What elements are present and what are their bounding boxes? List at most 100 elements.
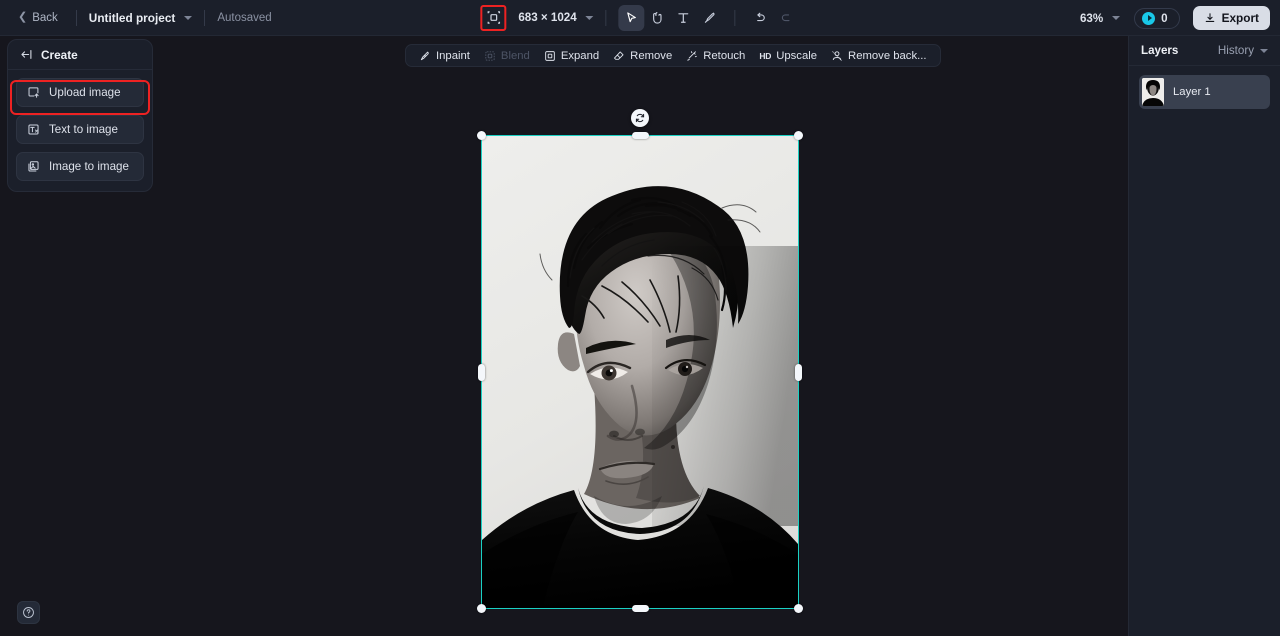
divider — [734, 9, 736, 26]
expand-button[interactable]: Expand — [537, 45, 606, 66]
layers-panel: Layers History Layer 1 — [1128, 36, 1280, 636]
credits-badge[interactable]: 0 — [1134, 7, 1180, 29]
autosaved-status: Autosaved — [217, 11, 272, 24]
divider — [75, 9, 77, 26]
canvas-image[interactable] — [481, 135, 799, 609]
hand-icon — [653, 11, 662, 24]
redo-arrow-icon — [782, 13, 790, 21]
divider — [204, 9, 206, 26]
undo-button[interactable] — [748, 5, 774, 31]
layer-thumbnail — [1142, 78, 1164, 106]
back-button[interactable]: ❮ Back — [12, 8, 64, 28]
rotate-handle[interactable] — [631, 109, 649, 127]
download-icon — [1205, 13, 1214, 22]
expand-label: Expand — [560, 49, 600, 62]
tab-history[interactable]: History — [1218, 44, 1268, 57]
upload-image-icon — [28, 87, 39, 98]
app-root: ❮ Back Untitled project Autosaved 683 × … — [0, 0, 1280, 636]
inpaint-button[interactable]: Inpaint — [412, 45, 477, 66]
collapse-panel-icon[interactable] — [20, 48, 33, 61]
create-panel-title: Create — [41, 47, 78, 62]
upload-image-button[interactable]: Upload image — [16, 78, 144, 107]
resize-handle-bottom-left[interactable] — [477, 604, 486, 613]
text-to-image-label: Text to image — [49, 123, 118, 136]
export-button[interactable]: Export — [1192, 6, 1270, 30]
text-to-image-icon — [28, 124, 39, 135]
chevron-down-icon — [184, 15, 193, 20]
layers-panel-header: Layers History — [1129, 36, 1280, 66]
credit-token-icon — [1142, 11, 1156, 25]
redo-button[interactable] — [774, 5, 800, 31]
text-to-image-button[interactable]: Text to image — [16, 115, 144, 144]
portrait-thumbnail-icon — [1142, 78, 1164, 106]
image-to-image-icon — [28, 161, 39, 172]
hand-tool[interactable] — [645, 5, 671, 31]
project-name: Untitled project — [88, 10, 176, 25]
resize-handle-top-right[interactable] — [794, 131, 803, 140]
retouch-label: Retouch — [703, 49, 746, 62]
top-bar-center-group: 683 × 1024 — [480, 0, 799, 36]
edit-actions-toolbar: Inpaint Blend Expand Remove Retouch HD U… — [405, 44, 941, 67]
zoom-level[interactable]: 63% — [1080, 12, 1103, 25]
hd-upscale-icon: HD — [759, 50, 772, 61]
eraser-icon — [614, 50, 624, 60]
chevron-down-icon — [1260, 48, 1268, 53]
help-button[interactable] — [17, 601, 40, 624]
undo-arrow-icon — [757, 12, 766, 21]
chevron-down-icon[interactable] — [1112, 16, 1121, 20]
tab-layers[interactable]: Layers — [1141, 44, 1178, 57]
resize-handle-bottom[interactable] — [631, 605, 649, 612]
canvas-size-button[interactable] — [480, 4, 507, 31]
layers-list: Layer 1 — [1129, 66, 1280, 118]
chevron-down-icon[interactable] — [585, 15, 594, 20]
remove-background-label: Remove back... — [848, 49, 927, 62]
create-panel-body: Upload image Text to image Image to imag… — [8, 70, 152, 191]
text-t-icon — [678, 12, 689, 23]
divider — [605, 9, 607, 26]
portrait-photograph — [482, 136, 798, 608]
upload-image-label: Upload image — [49, 86, 121, 99]
blend-label: Blend — [500, 49, 530, 62]
resize-handle-bottom-right[interactable] — [794, 604, 803, 613]
select-tool[interactable] — [618, 4, 645, 31]
back-label: Back — [32, 11, 58, 24]
crop-canvas-icon — [487, 11, 500, 24]
canvas-dimensions[interactable]: 683 × 1024 — [518, 11, 576, 24]
project-name-dropdown[interactable]: Untitled project — [89, 11, 193, 25]
resize-handle-left[interactable] — [478, 363, 485, 381]
resize-handle-top-left[interactable] — [477, 131, 486, 140]
brush-tool[interactable] — [697, 5, 723, 31]
layer-item[interactable]: Layer 1 — [1139, 75, 1270, 109]
top-bar-right-group: 63% 0 Export — [1080, 0, 1270, 36]
upscale-button[interactable]: HD Upscale — [752, 45, 824, 66]
export-label: Export — [1221, 11, 1259, 25]
rotate-handle-icon — [635, 113, 645, 123]
expand-icon — [545, 50, 555, 61]
selection-frame[interactable] — [477, 109, 803, 613]
create-panel-header: Create — [8, 40, 152, 70]
upscale-label: Upscale — [776, 49, 818, 62]
image-to-image-button[interactable]: Image to image — [16, 152, 144, 181]
remove-background-button[interactable]: Remove back... — [824, 45, 933, 66]
canvas-area[interactable] — [0, 36, 1280, 636]
credits-count: 0 — [1161, 11, 1168, 25]
cursor-arrow-icon — [627, 11, 637, 22]
tab-history-label: History — [1217, 44, 1254, 57]
remove-button[interactable]: Remove — [606, 45, 679, 66]
resize-handle-top[interactable] — [631, 132, 649, 139]
blend-button[interactable]: Blend — [477, 45, 537, 66]
top-bar: ❮ Back Untitled project Autosaved 683 × … — [0, 0, 1280, 36]
top-bar-left-group: ❮ Back Untitled project Autosaved — [0, 0, 272, 36]
resize-handle-right[interactable] — [795, 363, 802, 381]
image-to-image-label: Image to image — [49, 160, 129, 173]
retouch-button[interactable]: Retouch — [679, 45, 752, 66]
chevron-left-icon: ❮ — [18, 11, 28, 23]
inpaint-icon — [420, 51, 429, 60]
inpaint-label: Inpaint — [436, 49, 470, 62]
retouch-wand-icon — [687, 50, 698, 61]
blend-icon — [485, 50, 495, 61]
remove-background-icon — [831, 50, 843, 61]
question-mark-circle-icon — [23, 607, 34, 618]
text-tool[interactable] — [671, 5, 697, 31]
remove-label: Remove — [630, 49, 673, 62]
